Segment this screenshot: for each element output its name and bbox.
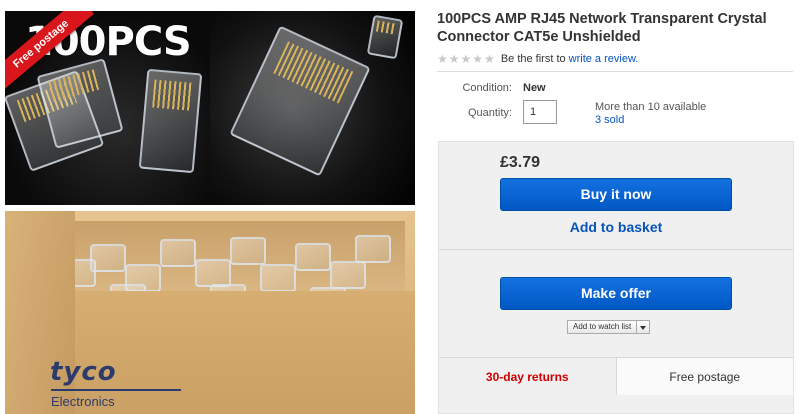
rj45-plug-image: [229, 25, 371, 177]
rj45-plug-image: [366, 14, 404, 60]
rating-prefix-text: Be the first to: [500, 53, 566, 65]
condition-row: Condition: New: [437, 82, 793, 94]
add-to-watch-list-button[interactable]: Add to watch list: [567, 320, 638, 334]
buybox-footer: 30-day returns Free postage: [439, 357, 793, 395]
chevron-down-icon[interactable]: [637, 320, 651, 334]
star-icon: ★: [484, 52, 495, 66]
quantity-input[interactable]: [523, 100, 557, 124]
condition-value: New: [523, 82, 546, 94]
product-photo-plugs-closeup[interactable]: Free postage 100PCS: [5, 11, 210, 205]
availability-text: More than 10 available: [595, 101, 707, 113]
product-photo-box[interactable]: tyco Electronics: [5, 211, 415, 414]
star-icon: ★: [448, 52, 460, 66]
price: £3.79: [500, 154, 541, 171]
sold-count-link[interactable]: 3 sold: [595, 114, 706, 127]
buy-box: £3.79 Buy it now Add to basket Make offe…: [438, 141, 794, 414]
condition-label: Condition:: [462, 82, 512, 94]
rj45-plug-image: [138, 68, 203, 174]
buy-it-now-button[interactable]: Buy it now: [500, 178, 732, 211]
tyco-logo-subtitle: Electronics: [51, 394, 115, 409]
star-icon: ★: [437, 52, 448, 66]
availability-info: More than 10 available 3 sold: [595, 100, 706, 127]
title-divider: [437, 71, 793, 72]
tyco-logo: tyco: [50, 357, 117, 387]
buybox-divider: [439, 249, 793, 250]
postage-info: Free postage: [616, 358, 793, 395]
quantity-row: Quantity: More than 10 available 3 sold: [437, 100, 793, 127]
product-image-gallery[interactable]: Free postage 100PCS tyco Electronics: [5, 11, 415, 414]
product-info-panel: 100PCS AMP RJ45 Network Transparent Crys…: [437, 10, 793, 127]
quantity-label: Quantity:: [467, 107, 512, 119]
rating-stars[interactable]: ★ ★ ★ ★ ★: [437, 53, 495, 65]
star-icon: ★: [472, 52, 484, 66]
returns-policy[interactable]: 30-day returns: [439, 358, 617, 395]
star-icon: ★: [460, 52, 472, 66]
product-title: 100PCS AMP RJ45 Network Transparent Crys…: [437, 11, 767, 45]
make-offer-button[interactable]: Make offer: [500, 277, 732, 310]
write-review-link[interactable]: write a review.: [569, 53, 639, 65]
product-photo-plug-angle[interactable]: [210, 11, 415, 205]
watch-list-control: Add to watch list: [567, 320, 651, 334]
add-to-basket-link[interactable]: Add to basket: [500, 219, 732, 235]
logo-rule: [51, 389, 181, 391]
rating-row: ★ ★ ★ ★ ★ Be the first to write a review…: [437, 53, 793, 65]
